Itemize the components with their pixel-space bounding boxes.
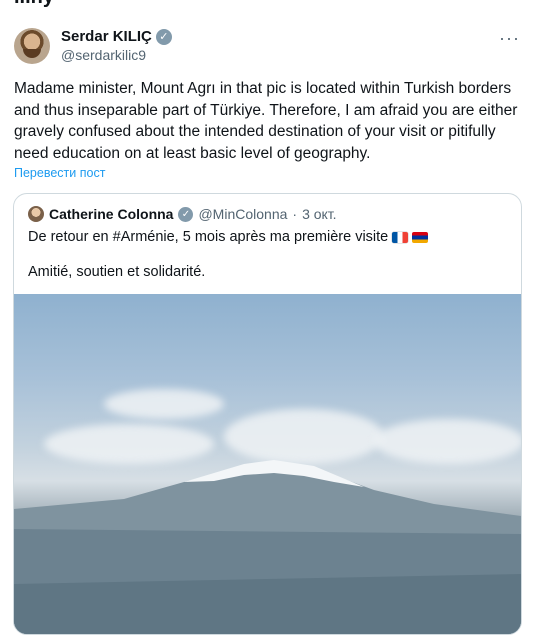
quoted-verified-badge-icon: ✓: [178, 206, 194, 222]
author-avatar[interactable]: [14, 28, 50, 64]
quoted-post-header: Catherine Colonna ✓ @MinColonna · 3 окт.: [28, 206, 337, 222]
flag-france-icon: [392, 231, 409, 243]
quoted-author-handle[interactable]: @MinColonna: [198, 206, 287, 222]
mountain-illustration: [14, 460, 521, 634]
quoted-text-line-2: Amitié, soutien et solidarité.: [28, 264, 206, 280]
post-header: Serdar KILIÇ ✓ @serdarkilic9 ···: [14, 28, 524, 68]
quoted-author-avatar[interactable]: [28, 206, 44, 222]
quoted-text: De retour en #Arménie, 5 mois après ma p…: [28, 229, 389, 245]
author-name[interactable]: Serdar KILIÇ: [61, 28, 152, 45]
separator-dot: ·: [292, 206, 298, 222]
quoted-post[interactable]: Catherine Colonna ✓ @MinColonna · 3 окт.…: [13, 193, 522, 635]
verified-badge-icon: ✓: [155, 28, 172, 45]
translate-post-link[interactable]: Перевести пост: [14, 166, 105, 180]
mount-ararat-photo[interactable]: [14, 294, 521, 634]
quoted-text-line-1: De retour en #Arménie, 5 mois après ma p…: [28, 229, 429, 245]
flag-armenia-icon: [412, 231, 429, 243]
author-handle[interactable]: @serdarkilic9: [61, 47, 146, 63]
previous-content-fragment: ...ny: [14, 0, 54, 9]
more-options-icon[interactable]: ···: [499, 28, 520, 49]
post-text: Madame minister, Mount Agrı in that pic …: [14, 80, 518, 162]
quoted-post-date[interactable]: 3 окт.: [302, 206, 337, 222]
author-name-row: Serdar KILIÇ ✓: [61, 28, 172, 45]
quoted-author-name[interactable]: Catherine Colonna: [49, 206, 173, 222]
